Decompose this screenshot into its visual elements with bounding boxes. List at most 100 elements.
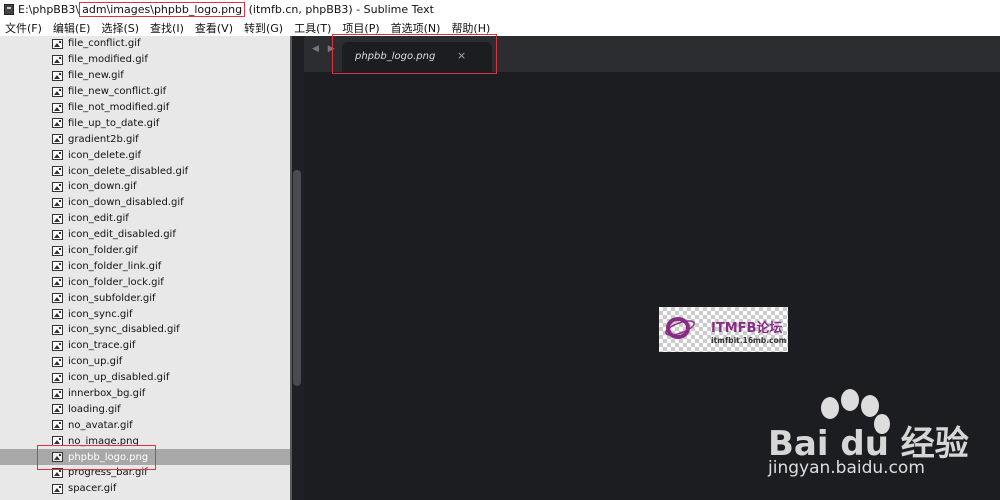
file-item[interactable]: icon_trace.gif (0, 338, 290, 354)
file-item[interactable]: icon_down.gif (0, 179, 290, 195)
image-file-icon (52, 388, 63, 399)
file-name: no_avatar.gif (68, 419, 133, 431)
menu-tools[interactable]: 工具(T) (289, 20, 337, 36)
watermark-url: jingyan.baidu.com (768, 458, 925, 478)
menu-project[interactable]: 项目(P) (337, 20, 385, 36)
file-item[interactable]: gradient2b.gif (0, 131, 290, 147)
menu-find[interactable]: 查找(I) (145, 20, 190, 36)
file-name: icon_delete_disabled.gif (68, 165, 189, 177)
tab-label: phpbb_logo.png (355, 51, 436, 62)
menu-file[interactable]: 文件(F) (0, 20, 48, 36)
scrollbar-thumb[interactable] (293, 170, 301, 386)
file-item[interactable]: icon_subfolder.gif (0, 290, 290, 306)
title-path-prefix: E:\phpBB3\ (18, 3, 80, 16)
logo-subtitle: itmfbit.16mb.com (711, 336, 787, 345)
file-list: file_conflict.gif file_modified.gif file_n… (0, 36, 290, 497)
image-file-icon (52, 213, 63, 224)
tab-phpbb-logo[interactable]: phpbb_logo.png × (342, 42, 492, 72)
file-name: file_modified.gif (68, 54, 148, 66)
file-item[interactable]: no_image.png (0, 433, 290, 449)
file-name: icon_up.gif (68, 356, 123, 368)
image-file-icon (52, 134, 63, 145)
file-item[interactable]: no_avatar.gif (0, 417, 290, 433)
tab-nav-arrows[interactable]: ◀ ▶ (312, 44, 338, 54)
image-file-icon (52, 118, 63, 129)
file-item[interactable]: icon_up.gif (0, 354, 290, 370)
title-path-highlight: adm\images\phpbb_logo.png (79, 2, 246, 17)
tab-close-icon[interactable]: × (457, 49, 466, 62)
menu-help[interactable]: 帮助(H) (446, 20, 496, 36)
image-file-icon (52, 197, 63, 208)
file-item[interactable]: icon_folder_link.gif (0, 258, 290, 274)
file-item[interactable]: icon_sync_disabled.gif (0, 322, 290, 338)
file-name: file_conflict.gif (68, 38, 141, 50)
image-file-icon (52, 293, 63, 304)
file-item[interactable]: icon_edit_disabled.gif (0, 227, 290, 243)
file-item[interactable]: icon_down_disabled.gif (0, 195, 290, 211)
file-name: file_up_to_date.gif (68, 117, 160, 129)
file-item[interactable]: file_new.gif (0, 68, 290, 84)
menu-selection[interactable]: 选择(S) (96, 20, 145, 36)
file-item[interactable]: icon_up_disabled.gif (0, 370, 290, 386)
sidebar-scrollbar[interactable] (292, 36, 304, 500)
file-item[interactable]: file_not_modified.gif (0, 100, 290, 116)
file-name: icon_up_disabled.gif (68, 372, 170, 384)
image-file-icon (52, 102, 63, 113)
image-file-icon (52, 483, 63, 494)
file-name: icon_trace.gif (68, 340, 136, 352)
file-item[interactable]: phpbb_logo.png (0, 449, 290, 466)
image-file-icon (52, 372, 63, 383)
file-item[interactable]: file_new_conflict.gif (0, 84, 290, 100)
file-item[interactable]: loading.gif (0, 401, 290, 417)
image-file-icon (52, 452, 63, 463)
file-name: icon_edit.gif (68, 213, 129, 225)
image-file-icon (52, 86, 63, 97)
logo-ring-icon (665, 317, 695, 339)
window-title: E:\phpBB3\ adm\images\phpbb_logo.png (itm… (18, 2, 434, 17)
image-file-icon (52, 436, 63, 447)
menu-goto[interactable]: 转到(G) (239, 20, 289, 36)
file-name: file_new_conflict.gif (68, 86, 167, 98)
file-name: icon_edit_disabled.gif (68, 229, 176, 241)
sidebar-file-tree: file_conflict.gif file_modified.gif file_n… (0, 36, 290, 500)
image-file-icon (52, 309, 63, 320)
image-file-icon (52, 324, 63, 335)
image-file-icon (52, 467, 63, 478)
file-item[interactable]: icon_delete_disabled.gif (0, 163, 290, 179)
file-item[interactable]: file_up_to_date.gif (0, 115, 290, 131)
file-item[interactable]: innerbox_bg.gif (0, 386, 290, 402)
menu-bar: 文件(F) 编辑(E) 选择(S) 查找(I) 查看(V) 转到(G) 工具(T… (0, 19, 1000, 36)
menu-view[interactable]: 查看(V) (190, 20, 239, 36)
file-item[interactable]: progress_bar.gif (0, 465, 290, 481)
title-suffix: (itmfb.cn, phpBB3) - Sublime Text (245, 3, 434, 16)
image-file-icon (52, 245, 63, 256)
file-item[interactable]: icon_folder.gif (0, 243, 290, 259)
image-file-icon (52, 70, 63, 81)
menu-edit[interactable]: 编辑(E) (48, 20, 97, 36)
file-name: file_not_modified.gif (68, 102, 170, 113)
file-name: icon_folder_lock.gif (68, 276, 164, 288)
file-item[interactable]: file_modified.gif (0, 52, 290, 68)
file-item[interactable]: file_conflict.gif (0, 36, 290, 52)
file-name: icon_folder.gif (68, 245, 138, 257)
file-name: icon_sync_disabled.gif (68, 324, 180, 336)
menu-preferences[interactable]: 首选项(N) (386, 20, 447, 36)
file-name: file_new.gif (68, 70, 124, 82)
file-item[interactable]: icon_edit.gif (0, 211, 290, 227)
file-name: icon_subfolder.gif (68, 292, 156, 304)
file-item[interactable]: icon_folder_lock.gif (0, 274, 290, 290)
tab-bar: ◀ ▶ phpbb_logo.png × (304, 36, 1000, 72)
file-name: progress_bar.gif (68, 467, 148, 479)
file-item[interactable]: icon_sync.gif (0, 306, 290, 322)
image-file-icon (52, 166, 63, 177)
image-file-icon (52, 38, 63, 49)
image-file-icon (52, 340, 63, 351)
file-name: no_image.png (68, 435, 139, 447)
file-name: icon_folder_link.gif (68, 260, 162, 272)
file-item[interactable]: icon_delete.gif (0, 147, 290, 163)
image-file-icon (52, 356, 63, 367)
image-preview: ITMFB论坛 itmfbit.16mb.com (659, 307, 788, 352)
file-name: icon_down.gif (68, 181, 137, 193)
image-file-icon (52, 404, 63, 415)
file-item[interactable]: spacer.gif (0, 481, 290, 497)
